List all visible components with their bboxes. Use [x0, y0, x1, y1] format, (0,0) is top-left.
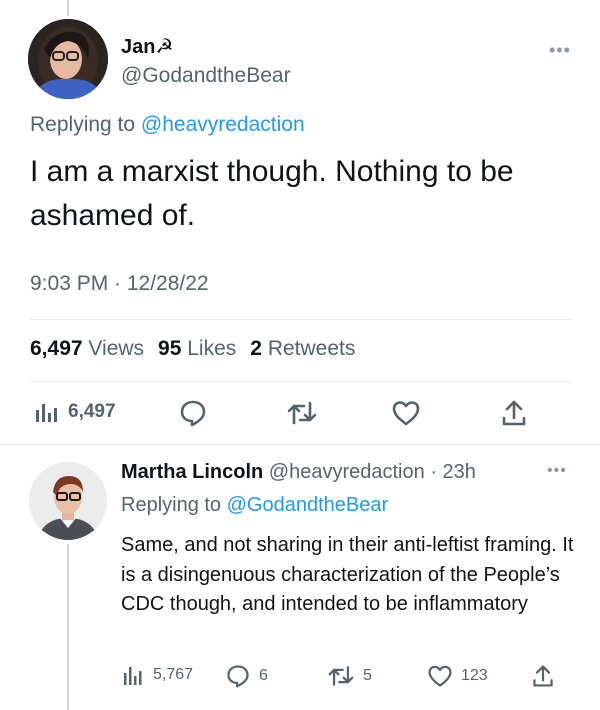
reply-action-bar: 5,767 6 5 123 — [121, 662, 571, 690]
divider — [30, 381, 571, 382]
retweet-button[interactable] — [286, 398, 318, 428]
share-icon — [500, 398, 528, 428]
reply-views-count: 5,767 — [153, 666, 194, 683]
reply-time[interactable]: · 23h — [430, 461, 476, 483]
reply-header: Martha Lincoln @heavyredaction · 23h — [121, 461, 476, 484]
replying-to: Replying to @heavyredaction — [30, 113, 305, 137]
retweet-icon — [286, 398, 318, 428]
avatar[interactable] — [28, 19, 108, 99]
reply-likes-count: 123 — [461, 667, 488, 684]
tweet-text: I am a marxist though. Nothing to be ash… — [30, 155, 514, 232]
tweet-action-bar: 6,497 — [30, 396, 571, 430]
retweet-icon — [327, 663, 355, 689]
reply-text: Same, and not sharing in their anti-left… — [121, 534, 574, 615]
more-horizontal-icon[interactable]: ••• — [547, 462, 567, 480]
thread-line — [67, 544, 69, 710]
reply-replying-to: Replying to @GodandtheBear — [121, 494, 388, 517]
reply-button[interactable] — [178, 398, 208, 428]
like-button[interactable] — [391, 398, 421, 428]
retweets-stat[interactable]: 2 Retweets — [250, 337, 355, 361]
reply-share-button[interactable] — [531, 663, 555, 689]
author-handle[interactable]: @GodandtheBear — [121, 64, 291, 88]
tweet-stats: 6,497 Views 95 Likes 2 Retweets — [30, 337, 355, 361]
more-horizontal-icon[interactable]: ••• — [549, 40, 571, 61]
views-button[interactable]: 6,497 — [34, 400, 116, 424]
reply-retweet-button[interactable]: 5 — [327, 663, 372, 689]
share-icon — [531, 663, 555, 689]
analytics-icon — [123, 664, 145, 686]
reply-reply-button[interactable]: 6 — [225, 663, 268, 689]
replying-to-mention[interactable]: @heavyredaction — [141, 113, 305, 136]
tweet-timestamp[interactable]: 9:03 PM · 12/28/22 — [30, 272, 209, 296]
reply-author-name[interactable]: Martha Lincoln — [121, 461, 263, 483]
reply-like-button[interactable]: 123 — [427, 663, 488, 689]
reply-avatar[interactable] — [29, 462, 107, 540]
replying-to-mention[interactable]: @GodandtheBear — [227, 494, 389, 516]
replying-prefix: Replying to — [30, 113, 136, 136]
reply-retweets-count: 5 — [363, 667, 372, 684]
reply-icon — [178, 398, 208, 428]
author-name[interactable]: Jan☭ — [121, 34, 173, 59]
reply-author-handle[interactable]: @heavyredaction — [269, 461, 425, 483]
heart-icon — [391, 398, 421, 428]
reply-icon — [225, 663, 251, 689]
divider — [0, 444, 600, 445]
likes-stat[interactable]: 95 Likes — [158, 337, 236, 361]
thread-line — [67, 0, 69, 16]
divider — [30, 319, 571, 320]
reply-replies-count: 6 — [259, 667, 268, 684]
heart-icon — [427, 663, 453, 689]
analytics-icon — [34, 400, 60, 424]
views-stat: 6,497 Views — [30, 337, 145, 360]
reply-views-button[interactable]: 5,767 — [123, 664, 193, 686]
share-button[interactable] — [500, 398, 528, 428]
replying-prefix: Replying to — [121, 494, 222, 516]
views-count: 6,497 — [68, 401, 116, 422]
